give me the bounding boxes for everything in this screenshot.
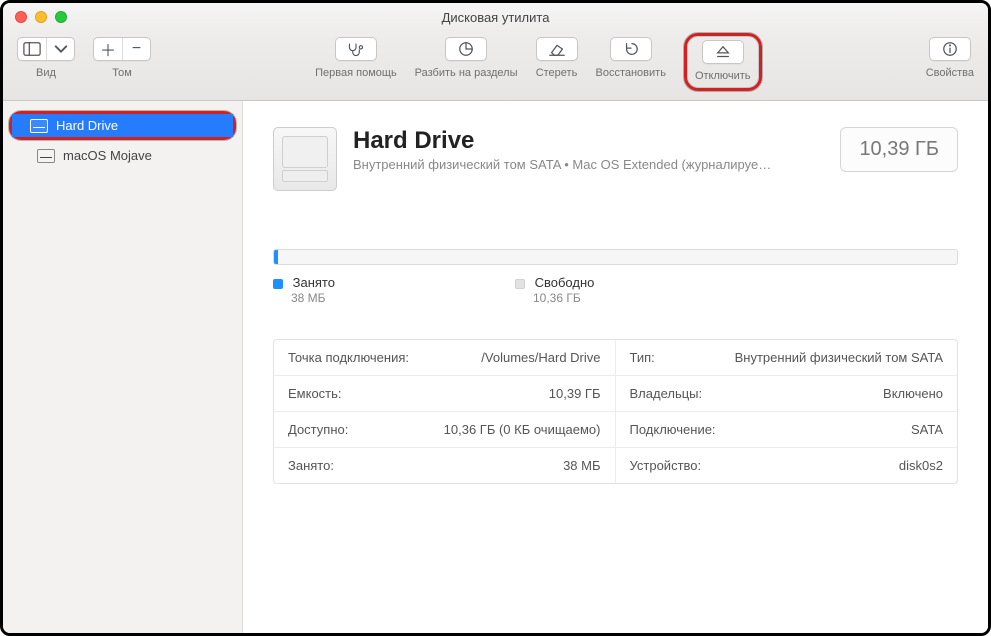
minimize-window-button[interactable]: [35, 11, 47, 23]
volume-buttons[interactable]: ＋ −: [93, 37, 151, 61]
partition-label: Разбить на разделы: [415, 67, 518, 79]
sidebar-item-label: Hard Drive: [56, 118, 118, 133]
info-row-type: Тип:Внутренний физический том SATA: [616, 340, 958, 376]
drive-subtitle: Внутренний физический том SATA • Mac OS …: [353, 157, 793, 172]
sidebar-item-hard-drive[interactable]: Hard Drive: [12, 114, 233, 137]
sidebar: Hard Drive macOS Mojave: [3, 101, 243, 633]
restore-label: Восстановить: [596, 67, 666, 79]
unmount-highlight: Отключить: [684, 33, 762, 91]
toolbar: Вид ＋ − Том Первая помощь Разбить на раз…: [3, 31, 988, 101]
partition-button[interactable]: [445, 37, 487, 61]
info-table: Точка подключения:/Volumes/Hard Drive Ем…: [273, 339, 958, 484]
legend-used-value: 38 МБ: [291, 291, 326, 305]
usage-bar-used: [274, 250, 278, 264]
legend-dot-free-icon: [515, 279, 525, 289]
info-col-left: Точка подключения:/Volumes/Hard Drive Ем…: [274, 340, 616, 483]
info-row-device: Устройство:disk0s2: [616, 448, 958, 483]
plus-icon: ＋: [94, 38, 122, 60]
content-area: Hard Drive macOS Mojave Hard Drive Внутр…: [3, 101, 988, 633]
disk-icon: [30, 119, 48, 133]
zoom-window-button[interactable]: [55, 11, 67, 23]
toolbar-item-unmount: Отключить: [695, 40, 751, 82]
window-title: Дисковая утилита: [3, 10, 988, 25]
stethoscope-icon: [347, 41, 365, 57]
usage-legend: Занято 38 МБ Свободно 10,36 ГБ: [273, 275, 958, 305]
volume-label: Том: [112, 67, 132, 79]
minus-icon: −: [122, 38, 150, 60]
legend-used: Занято 38 МБ: [273, 275, 335, 305]
info-col-right: Тип:Внутренний физический том SATA Владе…: [616, 340, 958, 483]
first-aid-label: Первая помощь: [315, 67, 397, 79]
usage-bar: [273, 249, 958, 265]
restore-arrow-icon: [622, 41, 640, 57]
legend-used-label: Занято: [293, 275, 335, 290]
view-label: Вид: [36, 67, 56, 79]
legend-dot-used-icon: [273, 279, 283, 289]
info-row-used: Занято:38 МБ: [274, 448, 616, 483]
info-icon: [941, 41, 959, 57]
sidebar-selection-highlight: Hard Drive: [9, 111, 236, 140]
drive-name: Hard Drive: [353, 127, 824, 155]
toolbar-item-first-aid: Первая помощь: [315, 37, 397, 79]
toolbar-item-view: Вид: [17, 37, 75, 79]
drive-large-icon: [273, 127, 337, 191]
titlebar: Дисковая утилита: [3, 3, 988, 31]
close-window-button[interactable]: [15, 11, 27, 23]
drive-title-block: Hard Drive Внутренний физический том SAT…: [353, 127, 824, 172]
erase-label: Стереть: [536, 67, 578, 79]
info-button[interactable]: [929, 37, 971, 61]
legend-free-label: Свободно: [535, 275, 595, 290]
toolbar-item-partition: Разбить на разделы: [415, 37, 518, 79]
toolbar-item-restore: Восстановить: [596, 37, 666, 79]
restore-button[interactable]: [610, 37, 652, 61]
disk-utility-window: Дисковая утилита Вид ＋ − Том: [0, 0, 991, 636]
pie-icon: [457, 41, 475, 57]
legend-free: Свободно 10,36 ГБ: [515, 275, 594, 305]
unmount-label: Отключить: [695, 70, 751, 82]
erase-button[interactable]: [536, 37, 578, 61]
sidebar-item-macos-mojave[interactable]: macOS Mojave: [3, 144, 242, 167]
info-row-owners: Владельцы:Включено: [616, 376, 958, 412]
sidebar-toggle-icon: [18, 38, 46, 60]
chevron-down-icon: [46, 38, 74, 60]
info-label: Свойства: [926, 67, 974, 79]
view-mode-button[interactable]: [17, 37, 75, 61]
toolbar-item-volume: ＋ − Том: [93, 37, 151, 79]
info-row-connection: Подключение:SATA: [616, 412, 958, 448]
legend-free-value: 10,36 ГБ: [533, 291, 581, 305]
info-row-available: Доступно:10,36 ГБ (0 КБ очищаемо): [274, 412, 616, 448]
eraser-icon: [548, 41, 566, 57]
toolbar-item-erase: Стереть: [536, 37, 578, 79]
main-panel: Hard Drive Внутренний физический том SAT…: [243, 101, 988, 633]
first-aid-button[interactable]: [335, 37, 377, 61]
capacity-badge: 10,39 ГБ: [840, 127, 958, 172]
drive-header: Hard Drive Внутренний физический том SAT…: [273, 127, 958, 191]
window-controls: [15, 11, 67, 23]
eject-icon: [714, 44, 732, 60]
unmount-button[interactable]: [702, 40, 744, 64]
disk-icon: [37, 149, 55, 163]
info-row-capacity: Емкость:10,39 ГБ: [274, 376, 616, 412]
toolbar-item-info: Свойства: [926, 37, 974, 79]
sidebar-item-label: macOS Mojave: [63, 148, 152, 163]
info-row-mount-point: Точка подключения:/Volumes/Hard Drive: [274, 340, 616, 376]
